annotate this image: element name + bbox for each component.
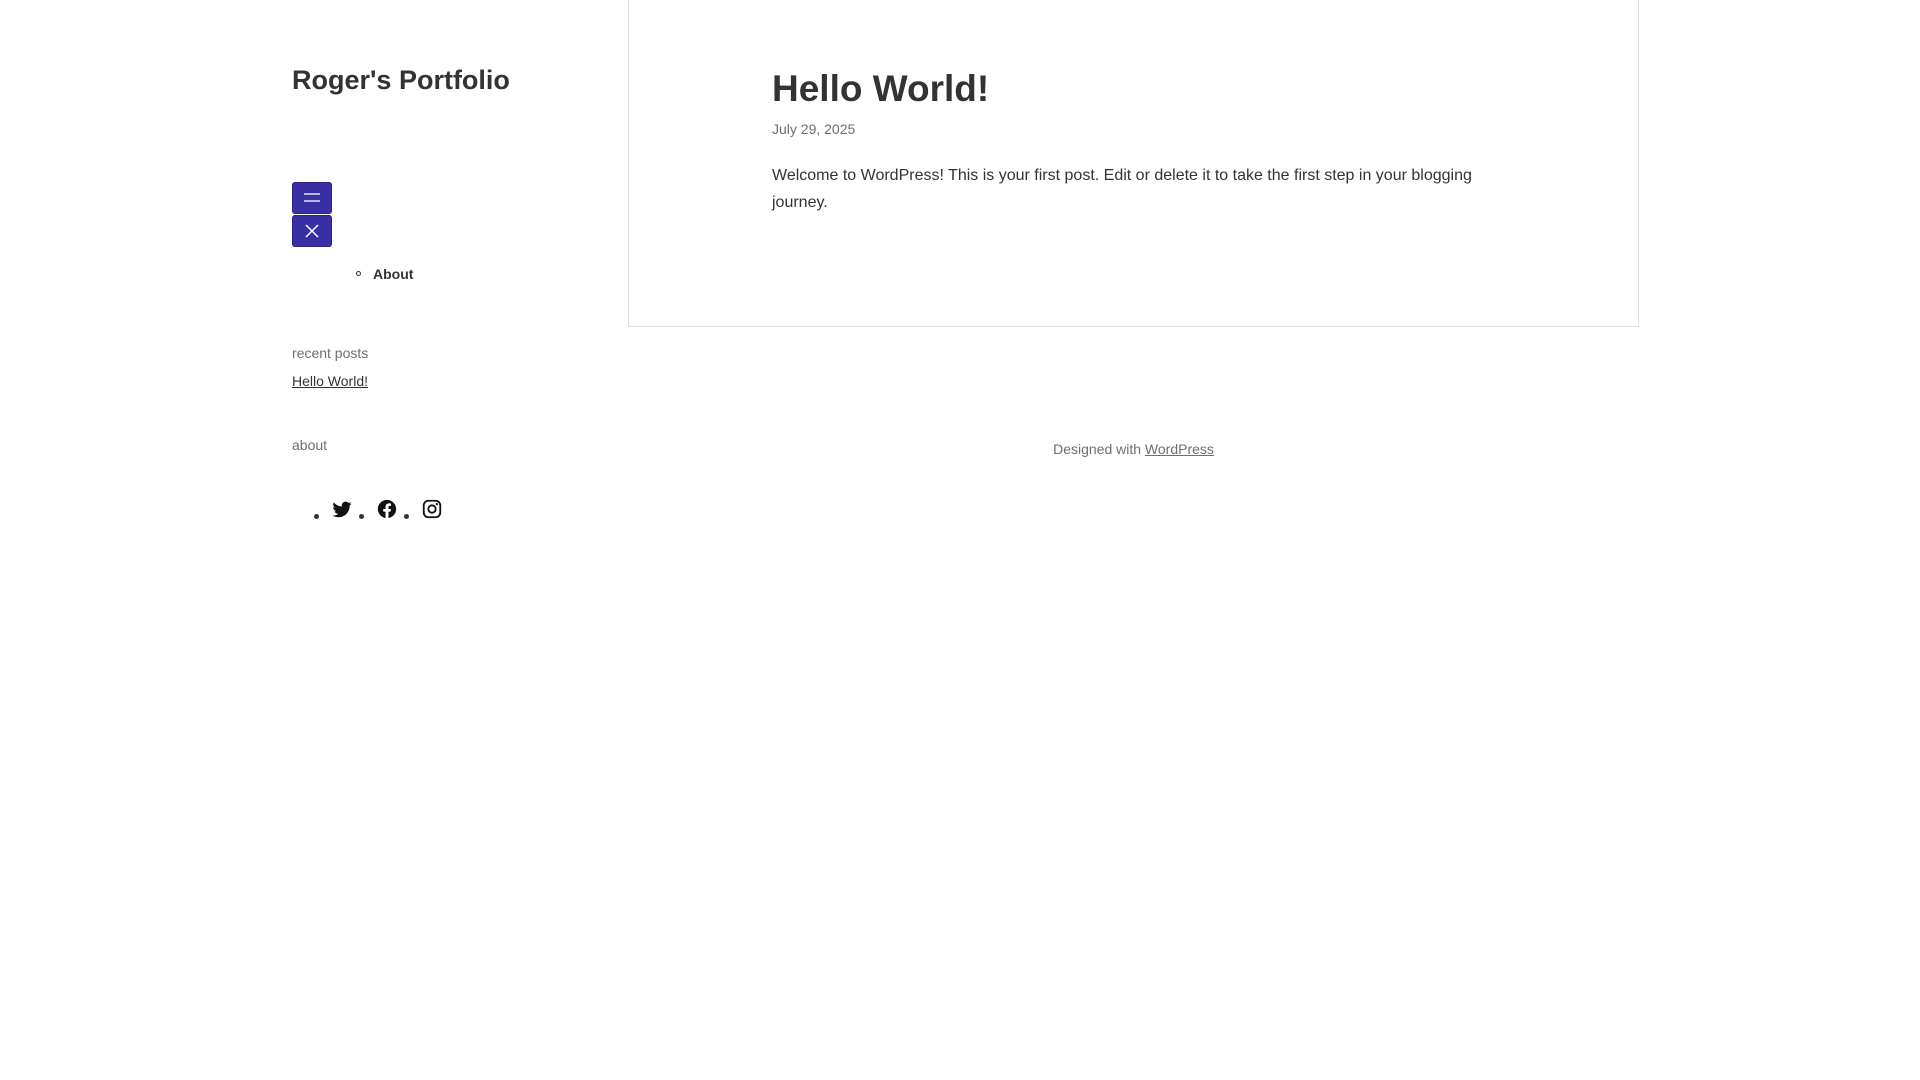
recent-post-link[interactable]: Hello World! xyxy=(292,372,368,390)
post-title[interactable]: Hello World! xyxy=(772,67,989,111)
site-title[interactable]: Roger's Portfolio xyxy=(292,63,510,97)
site-footer: Designed with WordPress xyxy=(628,440,1639,458)
hamburger-icon xyxy=(304,193,320,202)
social-links xyxy=(314,498,449,520)
page: Roger's Portfolio About recent posts Hel… xyxy=(0,0,1920,1080)
nav-link-about[interactable]: About xyxy=(373,262,413,286)
primary-navigation: About xyxy=(356,262,413,286)
list-bullet xyxy=(314,513,319,519)
social-item-twitter xyxy=(314,498,353,520)
post-card: Hello World! July 29, 2025 Welcome to Wo… xyxy=(628,0,1639,327)
twitter-icon[interactable] xyxy=(331,498,353,520)
circle-bullet-icon xyxy=(356,271,361,276)
footer-credit-text: Designed with xyxy=(1053,441,1145,457)
instagram-icon[interactable] xyxy=(421,498,443,520)
social-item-instagram xyxy=(404,498,443,520)
about-heading: about xyxy=(292,437,328,453)
footer-wordpress-link[interactable]: WordPress xyxy=(1145,441,1214,457)
menu-open-button[interactable] xyxy=(292,182,332,214)
social-item-facebook xyxy=(359,498,398,520)
recent-posts-heading: recent posts xyxy=(292,345,369,361)
facebook-icon[interactable] xyxy=(376,498,398,520)
nav-item-about: About xyxy=(356,262,413,286)
post-date[interactable]: July 29, 2025 xyxy=(772,121,855,137)
list-bullet xyxy=(404,513,409,519)
close-icon xyxy=(305,224,319,238)
list-bullet xyxy=(359,513,364,519)
menu-close-button[interactable] xyxy=(292,215,332,247)
post-body: Welcome to WordPress! This is your first… xyxy=(772,167,1472,211)
